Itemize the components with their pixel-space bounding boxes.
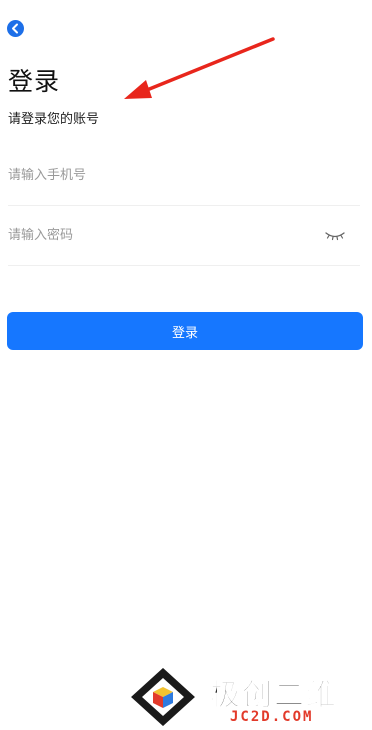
chevron-left-icon [12,23,18,34]
phone-input[interactable] [8,145,308,205]
phone-field-row [8,145,360,206]
password-input[interactable] [8,205,308,265]
password-field-row [8,205,360,266]
watermark-name: 极创二维 [210,678,338,714]
watermark: 极创二维 JC2D.COM [128,664,368,730]
cube-logo-icon [128,665,198,729]
back-button[interactable] [7,20,24,37]
page-title: 登录 [8,67,61,96]
eye-closed-icon[interactable] [324,230,346,242]
login-button[interactable]: 登录 [7,312,363,350]
watermark-url: JC2D.COM [230,709,314,725]
page-subtitle: 请登录您的账号 [8,112,100,127]
